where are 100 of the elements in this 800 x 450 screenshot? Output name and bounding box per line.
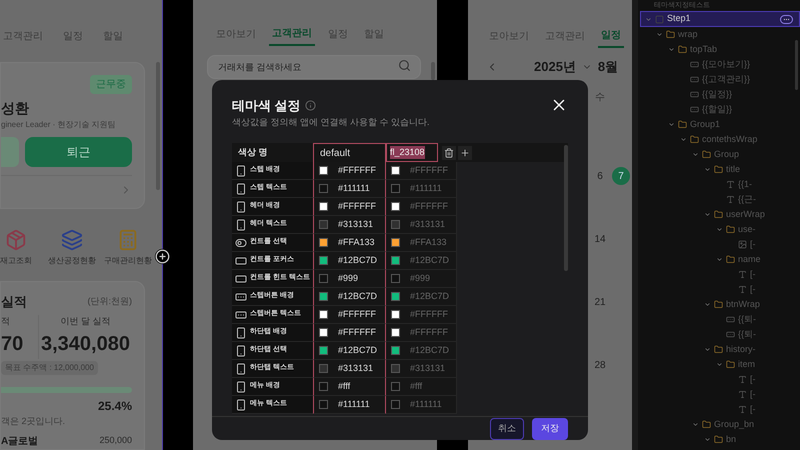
caret-icon[interactable] <box>668 121 675 128</box>
color-swatch[interactable] <box>319 184 328 193</box>
color-value[interactable]: #fff <box>410 380 422 394</box>
color-swatch[interactable] <box>391 256 400 265</box>
caret-icon[interactable] <box>668 46 675 53</box>
color-swatch[interactable] <box>319 202 328 211</box>
caret-icon[interactable] <box>704 211 711 218</box>
tree-item[interactable]: {{1- <box>640 177 800 192</box>
caret-icon[interactable] <box>656 31 663 38</box>
shortcut-label[interactable]: 재고조회 <box>0 254 32 266</box>
color-swatch[interactable] <box>391 292 400 301</box>
color-swatch[interactable] <box>319 220 328 229</box>
tree-item[interactable]: topTab <box>640 42 800 57</box>
tree-item[interactable]: [- <box>640 372 800 387</box>
color-swatch[interactable] <box>391 310 400 319</box>
tree-item[interactable]: {{고객관리}} <box>640 72 800 87</box>
add-icon[interactable] <box>458 146 472 160</box>
search-field[interactable]: 거래처를 검색하세요 <box>207 55 421 79</box>
search-icon[interactable] <box>398 59 411 72</box>
caret-icon[interactable] <box>704 436 711 443</box>
shortcut-label[interactable]: 생산공정현황 <box>48 254 96 266</box>
color-swatch[interactable] <box>319 328 328 337</box>
tree-item[interactable]: title <box>640 162 800 177</box>
tree-item[interactable]: [- <box>640 402 800 417</box>
tree-item[interactable]: userWrap <box>640 207 800 222</box>
tree-item[interactable]: history- <box>640 342 800 357</box>
tree-item[interactable]: bn <box>640 432 800 447</box>
color-swatch[interactable] <box>391 400 400 409</box>
tree-item[interactable]: [- <box>640 387 800 402</box>
caret-icon[interactable] <box>704 346 711 353</box>
save-button[interactable]: 저장 <box>532 418 568 440</box>
tree-item[interactable]: {{퇴- <box>640 312 800 327</box>
calendar-day[interactable]: 7 <box>612 167 630 185</box>
caret-icon[interactable] <box>716 226 723 233</box>
color-swatch[interactable] <box>391 346 400 355</box>
tree-item[interactable]: use- <box>640 222 800 237</box>
add-step-icon[interactable] <box>155 249 170 264</box>
color-swatch[interactable] <box>319 256 328 265</box>
color-swatch[interactable] <box>391 202 400 211</box>
shortcut-label[interactable]: 구매관리현황 <box>104 254 152 266</box>
color-swatch[interactable] <box>391 184 400 193</box>
tree-item[interactable]: Group_bn <box>640 417 800 432</box>
tab[interactable]: 일정 <box>598 24 624 48</box>
tree-item[interactable]: Group1 <box>640 117 800 132</box>
caret-icon[interactable] <box>680 136 687 143</box>
tree-item[interactable]: {{퇴- <box>640 327 800 342</box>
tree-item[interactable]: contethsWrap <box>640 132 800 147</box>
color-swatch[interactable] <box>391 364 400 373</box>
color-swatch[interactable] <box>391 220 400 229</box>
leave-button[interactable]: 퇴근 <box>25 137 132 167</box>
color-value[interactable]: #fff <box>338 380 350 394</box>
info-icon[interactable] <box>304 100 316 112</box>
color-swatch[interactable] <box>319 166 328 175</box>
caret-icon[interactable] <box>645 16 652 22</box>
pill-icon <box>235 308 247 320</box>
tree-item[interactable]: Group <box>640 147 800 162</box>
color-swatch[interactable] <box>319 346 328 355</box>
color-swatch[interactable] <box>319 238 328 247</box>
calendar-day[interactable]: 14 <box>590 230 610 248</box>
tree-item[interactable]: {{모아보기}} <box>640 57 800 72</box>
caret-icon[interactable] <box>692 421 699 428</box>
caret-icon[interactable] <box>716 256 723 263</box>
more-icon[interactable] <box>780 14 793 24</box>
tab[interactable]: 고객관리 <box>269 22 315 46</box>
tree-item[interactable]: item <box>640 357 800 372</box>
delete-icon[interactable] <box>442 146 456 160</box>
caret-icon[interactable] <box>704 301 711 308</box>
color-swatch[interactable] <box>391 328 400 337</box>
caret-icon[interactable] <box>692 151 699 158</box>
tree-item[interactable]: {{일정}} <box>640 87 800 102</box>
color-swatch[interactable] <box>319 274 328 283</box>
theme-name-field[interactable]: fl_23108 <box>386 143 438 162</box>
color-swatch[interactable] <box>319 310 328 319</box>
tree-item[interactable]: Step1 <box>640 11 800 27</box>
tree-item[interactable]: [- <box>640 267 800 282</box>
tree-item[interactable]: {{할일}} <box>640 102 800 117</box>
tree-item[interactable]: btnWrap <box>640 297 800 312</box>
cancel-button[interactable]: 취소 <box>490 418 524 440</box>
color-swatch[interactable] <box>391 382 400 391</box>
color-swatch[interactable] <box>391 166 400 175</box>
tree-item[interactable]: [- <box>640 282 800 297</box>
year-select[interactable]: 2025년 <box>534 57 576 77</box>
color-swatch[interactable] <box>319 292 328 301</box>
calendar-day[interactable]: 21 <box>590 293 610 311</box>
tree-item[interactable]: name <box>640 252 800 267</box>
color-swatch[interactable] <box>391 274 400 283</box>
tree-item[interactable]: [- <box>640 237 800 252</box>
caret-icon[interactable] <box>716 361 723 368</box>
caret-icon[interactable] <box>704 166 711 173</box>
month-select[interactable]: 8월 <box>598 57 618 77</box>
calendar-day[interactable]: 6 <box>590 167 610 185</box>
button-icon <box>690 75 699 84</box>
tree-item[interactable]: wrap <box>640 27 800 42</box>
calendar-day[interactable]: 28 <box>590 356 610 374</box>
color-swatch[interactable] <box>319 400 328 409</box>
tree-item[interactable]: {{근- <box>640 192 800 207</box>
color-swatch[interactable] <box>391 238 400 247</box>
color-swatch[interactable] <box>319 382 328 391</box>
color-swatch[interactable] <box>319 364 328 373</box>
dialog-subtitle: 색상값을 정의해 앱에 연결해 사용할 수 있습니다. <box>232 116 430 128</box>
